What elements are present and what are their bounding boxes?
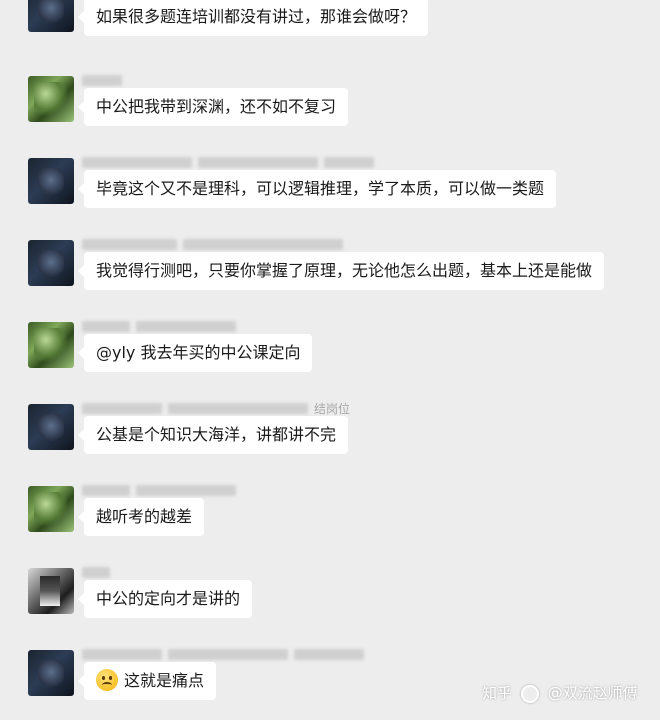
message-bubble[interactable]: 公基是个知识大海洋，讲都讲不完 (77, 416, 349, 454)
avatar[interactable] (28, 0, 74, 32)
chat-message: 如果很多题连培训都没有讲过，那谁会做呀？ (0, 0, 660, 58)
message-text: 公基是个知识大海洋，讲都讲不完 (96, 425, 337, 444)
sender-name-redacted (82, 70, 382, 86)
watermark-author: @双流赵师傅 (547, 684, 638, 702)
watermark-platform: 知乎 (482, 684, 513, 702)
message-text: 越听考的越差 (96, 507, 193, 526)
sad-face-emoji (96, 668, 118, 691)
chat-message: 我觉得行测吧，只要你掌握了原理，无论他怎么出题，基本上还是能做 (0, 232, 660, 312)
message-text: 我觉得行测吧，只要你掌握了原理，无论他怎么出题，基本上还是能做 (96, 261, 593, 280)
message-bubble[interactable]: 中公把我带到深渊，还不如不复习 (77, 88, 349, 126)
avatar[interactable] (28, 240, 74, 286)
sender-name-tail: 结岗位 (314, 402, 351, 416)
sender-name-redacted: 结岗位 (82, 398, 382, 416)
message-text: @yly 我去年买的中公课定向 (96, 343, 301, 362)
chat-message: 中公把我带到深渊，还不如不复习 (0, 68, 660, 148)
message-text: 中公把我带到深渊，还不如不复习 (96, 97, 337, 116)
message-bubble[interactable]: 我觉得行测吧，只要你掌握了原理，无论他怎么出题，基本上还是能做 (77, 252, 605, 290)
message-bubble[interactable]: 毕竟这个又不是理科，可以逻辑推理，学了本质，可以做一类题 (77, 170, 557, 208)
avatar[interactable] (28, 650, 74, 696)
message-bubble[interactable]: 如果很多题连培训都没有讲过，那谁会做呀？ (77, 0, 429, 36)
avatar[interactable] (28, 486, 74, 532)
message-bubble[interactable]: @yly 我去年买的中公课定向 (77, 334, 313, 372)
sender-name-redacted (82, 480, 382, 496)
sender-name-redacted (82, 234, 382, 250)
avatar[interactable] (28, 322, 74, 368)
chat-message: 越听考的越差 (0, 478, 660, 558)
chat-message: @yly 我去年买的中公课定向 (0, 314, 660, 394)
avatar[interactable] (28, 158, 74, 204)
sender-name-redacted (82, 562, 382, 578)
chat-window: 如果很多题连培训都没有讲过，那谁会做呀？ 中公把我带到深渊，还不如不复习 毕竟这… (0, 0, 660, 720)
message-text: 这就是痛点 (124, 671, 205, 690)
chat-message: 毕竟这个又不是理科，可以逻辑推理，学了本质，可以做一类题 (0, 150, 660, 230)
chat-message: 中公的定向才是讲的 (0, 560, 660, 640)
message-text: 中公的定向才是讲的 (96, 589, 241, 608)
sender-name-redacted (82, 316, 382, 332)
message-bubble[interactable]: 越听考的越差 (77, 498, 205, 536)
sender-name-redacted (82, 644, 382, 660)
message-text: 毕竟这个又不是理科，可以逻辑推理，学了本质，可以做一类题 (96, 179, 545, 198)
avatar[interactable] (28, 404, 74, 450)
avatar[interactable] (28, 568, 74, 614)
message-bubble[interactable]: 中公的定向才是讲的 (77, 580, 253, 618)
message-text: 如果很多题连培训都没有讲过，那谁会做呀？ (96, 7, 417, 26)
chat-message: 这就是痛点 (0, 642, 660, 720)
watermark: 知乎 @双流赵师傅 (482, 682, 638, 703)
zhihu-logo-icon (520, 684, 539, 703)
sender-name-redacted (82, 152, 382, 168)
message-bubble[interactable]: 这就是痛点 (77, 662, 217, 700)
chat-message: 结岗位 公基是个知识大海洋，讲都讲不完 (0, 396, 660, 476)
avatar[interactable] (28, 76, 74, 122)
